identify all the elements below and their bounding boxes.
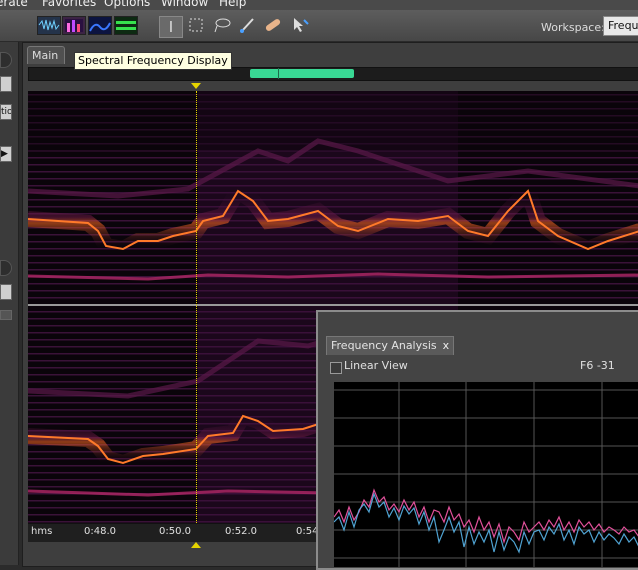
time-selection-tool-icon[interactable]: I	[159, 16, 183, 38]
ruler-tick-label: 0:48.0	[84, 526, 116, 537]
marquee-selection-tool-icon[interactable]	[185, 16, 207, 36]
ruler-tick-label: 0:50.0	[159, 526, 191, 537]
ruler-unit-label: hms	[31, 526, 53, 537]
playhead-bottom-marker-icon[interactable]	[191, 542, 201, 548]
lasso-tool-icon[interactable]	[211, 16, 233, 36]
playhead-top-marker-icon[interactable]	[191, 83, 201, 89]
workspace-label: Workspace:	[541, 21, 605, 34]
left-panel-dropdown[interactable]	[0, 284, 12, 300]
multitrack-view-button[interactable]	[114, 16, 138, 35]
pitch-view-button[interactable]	[88, 16, 112, 35]
linear-view-label: Linear View	[344, 359, 408, 372]
overview-zoom-handle[interactable]	[250, 69, 354, 78]
close-icon[interactable]: x	[443, 339, 450, 352]
ruler-tick-label: 0:52.0	[225, 526, 257, 537]
linear-view-checkbox[interactable]	[330, 362, 342, 374]
view-tooltip: Spectral Frequency Display	[74, 52, 232, 70]
menu-item-window[interactable]: Window	[161, 0, 208, 9]
left-panel-play-button[interactable]: ▶	[0, 146, 12, 162]
frequency-analysis-tab-label: Frequency Analysis	[331, 339, 437, 352]
menu-item-generate[interactable]: erate	[0, 0, 28, 9]
channel-divider	[28, 304, 638, 306]
menu-item-help[interactable]: Help	[219, 0, 246, 9]
spectral-view-button[interactable]	[62, 16, 86, 35]
toolbar: I Workspace: Frequ	[0, 10, 638, 42]
frequency-analysis-panel: Frequency Analysis x Linear View F6 -31	[316, 310, 638, 570]
menu-bar: erate Favorites Options Window Help	[0, 0, 638, 10]
frequency-graph-plot	[334, 382, 638, 567]
spectral-icon	[65, 19, 83, 32]
left-side-panel: tio ▶	[0, 42, 19, 565]
workspace-dropdown[interactable]: Frequ	[603, 16, 638, 36]
panel-collapse-icon[interactable]	[0, 52, 12, 68]
overview-playhead-marker	[278, 68, 279, 79]
menu-item-options[interactable]: Options	[104, 0, 150, 9]
spot-healing-tool-icon[interactable]	[262, 16, 284, 36]
left-panel-tab-label[interactable]: tio	[0, 104, 12, 120]
left-panel-scroll[interactable]	[0, 310, 12, 320]
cursor-readout: F6 -31	[580, 359, 615, 372]
waveform-view-button[interactable]	[37, 16, 61, 35]
waveform-icon	[38, 19, 60, 31]
multitrack-icon	[116, 21, 136, 30]
left-panel-button[interactable]	[0, 76, 12, 92]
menu-item-favorites[interactable]: Favorites	[42, 0, 96, 9]
frequency-graph[interactable]	[334, 382, 638, 567]
main-tab[interactable]: Main	[27, 46, 65, 64]
panel-collapse-icon-2[interactable]	[0, 260, 12, 276]
frequency-analysis-tab[interactable]: Frequency Analysis x	[326, 336, 455, 355]
move-tool-icon[interactable]	[289, 16, 311, 36]
pitch-icon	[89, 22, 111, 32]
brush-tool-icon[interactable]	[237, 16, 259, 36]
playhead-cursor[interactable]	[196, 91, 197, 523]
main-tab-label: Main	[32, 49, 59, 62]
